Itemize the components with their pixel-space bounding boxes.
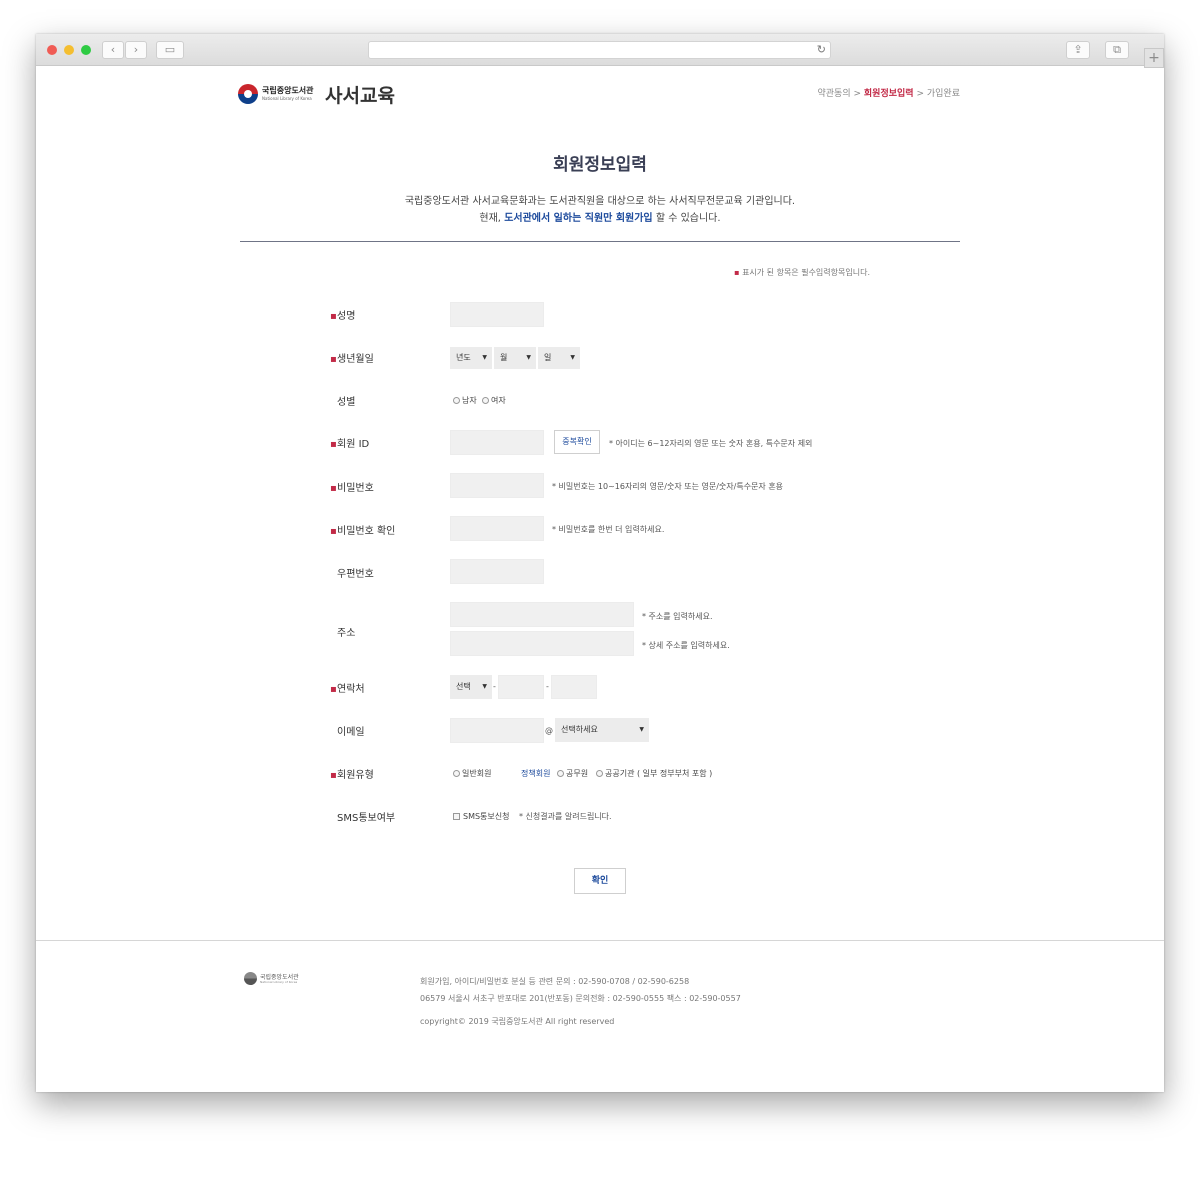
radio-icon[interactable]	[453, 770, 460, 777]
national-emblem-icon[interactable]	[238, 84, 258, 104]
divider	[240, 241, 960, 242]
birth-month-select[interactable]: 월 ▼	[494, 347, 536, 369]
email-label: 이메일	[337, 727, 365, 738]
gender-female-radio[interactable]: 여자	[482, 395, 506, 406]
radio-icon[interactable]	[482, 397, 489, 404]
phone-last-input[interactable]	[551, 675, 597, 699]
step-agreement: 약관동의 >	[817, 89, 862, 99]
phone-prefix-select[interactable]: 선택 ▼	[450, 675, 492, 699]
close-window-button[interactable]	[47, 45, 57, 55]
type-general-radio[interactable]: 일반회원	[453, 768, 491, 779]
chevron-down-icon: ▼	[526, 354, 531, 361]
chevron-down-icon: ▼	[482, 683, 487, 690]
address-note: * 주소를 입력하세요.	[642, 612, 713, 621]
name-label: ▪성명	[330, 311, 356, 322]
birth-year-select[interactable]: 년도 ▼	[450, 347, 492, 369]
address-label: 주소	[337, 628, 356, 639]
member-type-label: ▪회원유형	[330, 770, 374, 781]
password-label: ▪비밀번호	[330, 483, 374, 494]
chevron-down-icon: ▼	[570, 354, 575, 361]
logo-subtext: National Library of Korea	[262, 96, 312, 101]
zipcode-label: 우편번호	[337, 569, 374, 580]
submit-button[interactable]: 확인	[574, 868, 626, 894]
back-icon[interactable]: ‹	[102, 41, 124, 59]
birth-label: ▪생년월일	[330, 354, 374, 365]
gender-label: 성별	[337, 397, 356, 408]
site-title[interactable]: 사서교육	[325, 81, 395, 108]
sms-label: SMS통보여부	[337, 813, 396, 824]
footer-logo-subtext: National Library of Korea	[260, 980, 298, 984]
logo-text[interactable]: 국립중앙도서관	[262, 85, 314, 96]
signup-steps: 약관동의 > 회원정보입력 > 가입완료	[818, 86, 961, 99]
reload-icon[interactable]: ↻	[817, 42, 826, 58]
chevron-down-icon: ▼	[639, 726, 644, 733]
share-icon[interactable]: ⇪	[1066, 41, 1090, 59]
forward-icon[interactable]: ›	[125, 41, 147, 59]
footer-copyright: copyright© 2019 국립중앙도서관 All right reserv…	[420, 1017, 615, 1026]
minimize-window-button[interactable]	[64, 45, 74, 55]
zipcode-input[interactable]	[450, 559, 544, 584]
footer-contact: 회원가입, 아이디/비밀번호 분실 등 관련 문의 : 02-590-0708 …	[420, 977, 690, 986]
chevron-down-icon: ▼	[482, 354, 487, 361]
address-detail-note: * 상세 주소를 입력하세요.	[642, 641, 730, 650]
required-note: ▪ 표시가 된 항목은 필수입력항목입니다.	[734, 268, 870, 277]
password-confirm-input[interactable]	[450, 516, 544, 541]
intro-notice: 현재, 도서관에서 일하는 직원만 회원가입 할 수 있습니다.	[479, 213, 721, 224]
sidebar-icon[interactable]: ▭	[156, 41, 184, 59]
email-at: @	[545, 726, 553, 735]
type-public-radio[interactable]: 공공기관 ( 일부 정부부처 포함 )	[596, 768, 712, 779]
birth-day-select[interactable]: 일 ▼	[538, 347, 580, 369]
footer-emblem-icon	[244, 972, 257, 985]
password-confirm-label: ▪비밀번호 확인	[330, 526, 396, 537]
password-input[interactable]	[450, 473, 544, 498]
notice-highlight: 도서관에서 일하는 직원만 회원가입	[504, 213, 653, 224]
browser-toolbar: ‹ › ▭ ↻ ⇪ ⧉ +	[36, 34, 1164, 68]
maximize-window-button[interactable]	[81, 45, 91, 55]
type-civil-radio[interactable]: 공무원	[557, 768, 588, 779]
phone-separator: -	[546, 682, 549, 691]
page-title: 회원정보입력	[553, 155, 647, 175]
tabs-icon[interactable]: ⧉	[1105, 41, 1129, 59]
radio-icon[interactable]	[596, 770, 603, 777]
password-note: * 비밀번호는 10~16자리의 영문/숫자 또는 영문/숫자/특수문자 혼용	[552, 482, 784, 491]
email-domain-select[interactable]: 선택하세요 ▼	[555, 718, 649, 742]
radio-icon[interactable]	[557, 770, 564, 777]
type-policy-label: 정책회원	[521, 769, 551, 778]
id-note: * 아이디는 6~12자리의 영문 또는 숫자 혼용, 특수문자 제외	[609, 439, 813, 448]
step-member-info: 회원정보입력	[863, 89, 914, 99]
sms-checkbox[interactable]: SMS통보신청	[453, 811, 510, 822]
checkbox-icon[interactable]	[453, 813, 460, 820]
id-check-button[interactable]: 중복확인	[554, 430, 600, 454]
name-input[interactable]	[450, 302, 544, 327]
phone-separator: -	[493, 682, 496, 691]
radio-icon[interactable]	[453, 397, 460, 404]
required-bullet: ▪	[734, 268, 740, 277]
address-input[interactable]	[450, 602, 634, 627]
address-detail-input[interactable]	[450, 631, 634, 656]
address-bar[interactable]: ↻	[368, 41, 831, 59]
password-confirm-note: * 비밀번호를 한번 더 입력하세요.	[552, 525, 665, 534]
new-tab-icon[interactable]: +	[1144, 48, 1164, 68]
phone-middle-input[interactable]	[498, 675, 544, 699]
footer-address: 06579 서울시 서초구 반포대로 201(반포동) 문의전화 : 02-59…	[420, 994, 741, 1003]
browser-window: ‹ › ▭ ↻ ⇪ ⧉ + 국립중앙도서관 National Library o…	[36, 34, 1164, 1092]
footer-divider	[36, 940, 1164, 941]
email-id-input[interactable]	[450, 718, 544, 743]
intro-description: 국립중앙도서관 사서교육문화과는 도서관직원을 대상으로 하는 사서직무전문교육…	[404, 196, 796, 207]
sms-note: * 신청결과를 알려드립니다.	[519, 812, 612, 821]
gender-male-radio[interactable]: 남자	[453, 395, 477, 406]
step-complete: > 가입완료	[916, 89, 960, 99]
phone-label: ▪연락처	[330, 684, 365, 695]
member-id-input[interactable]	[450, 430, 544, 455]
member-id-label: ▪회원 ID	[330, 439, 370, 450]
